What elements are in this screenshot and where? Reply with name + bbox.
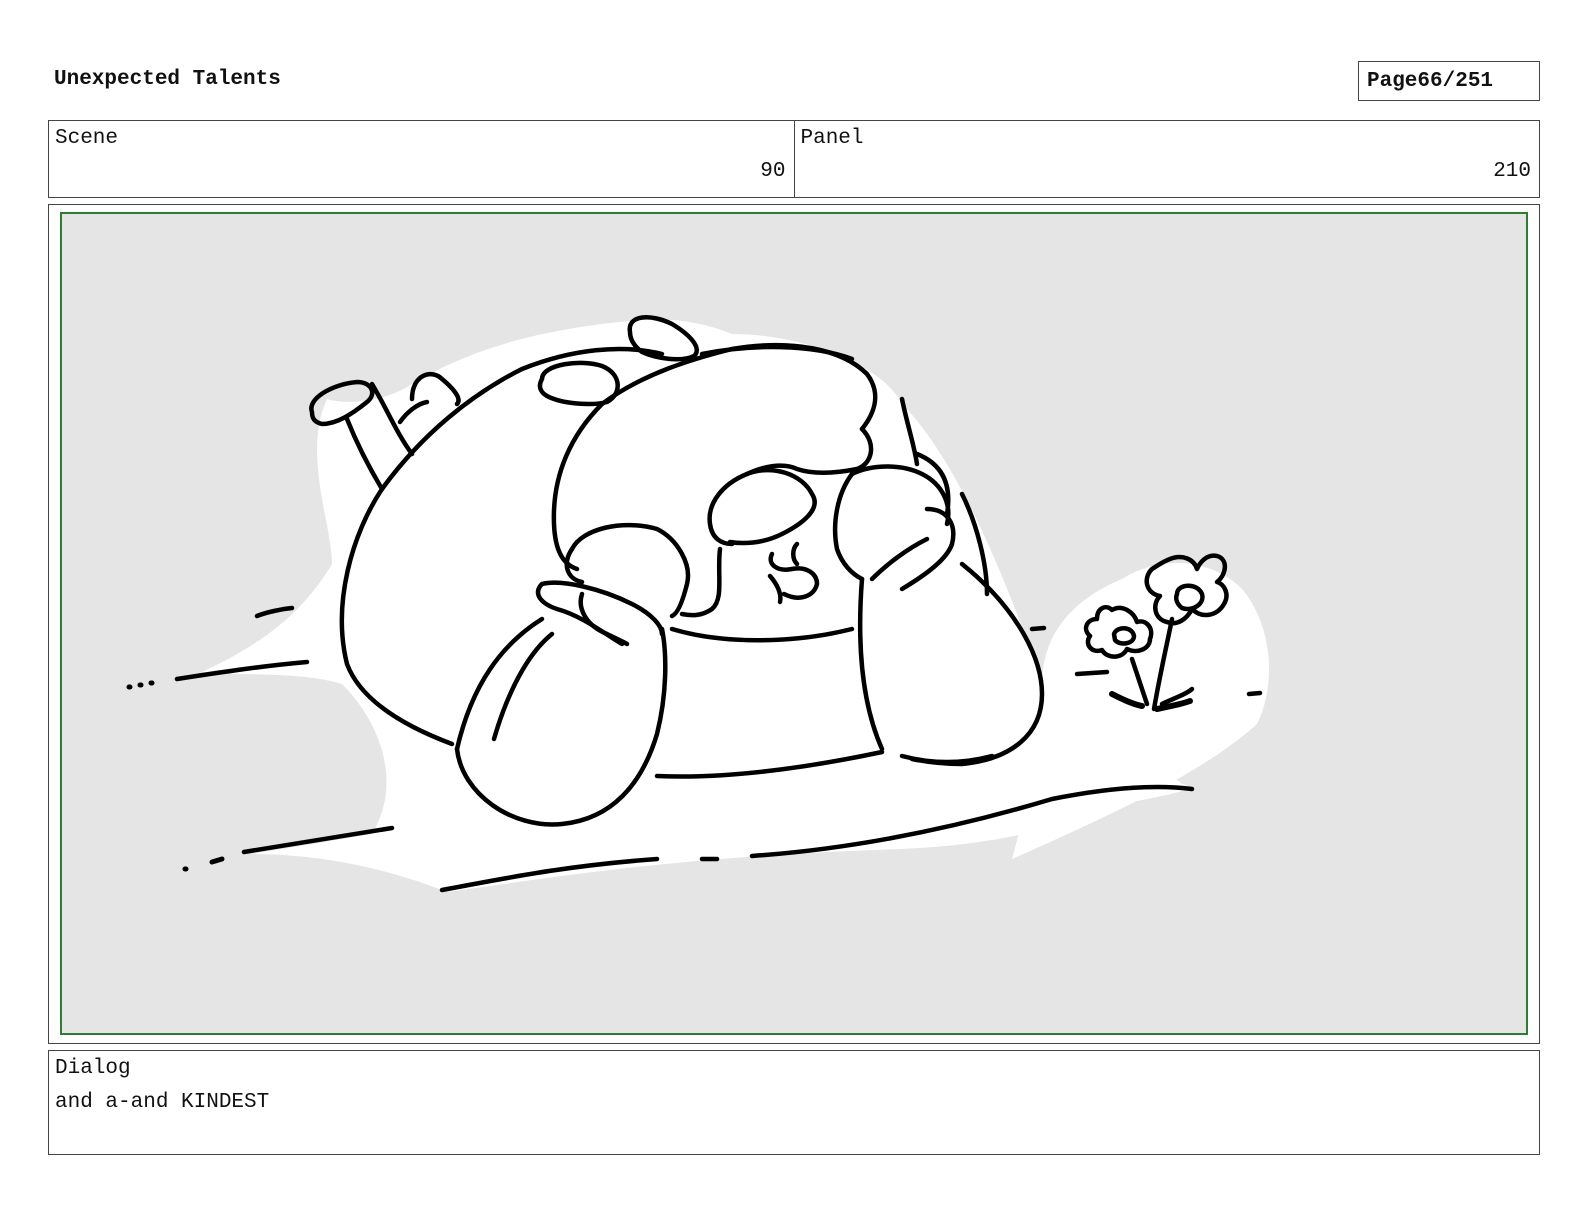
dialog-text: and a-and KINDEST [55, 1091, 270, 1114]
storyboard-frame [48, 204, 1540, 1044]
scene-number: 90 [760, 160, 786, 183]
panel-drawing [60, 212, 1528, 1035]
page-indicator: Page 66/251 [1358, 61, 1540, 101]
storyboard-title: Unexpected Talents [54, 68, 281, 91]
scene-label: Scene [55, 127, 119, 150]
page-label: Page [1367, 69, 1418, 93]
page-number: 66/251 [1417, 69, 1494, 93]
scene-panel-row: Scene 90 Panel 210 [48, 120, 1540, 198]
dialog-label: Dialog [55, 1057, 131, 1080]
panel-number: 210 [1493, 160, 1531, 183]
sketch-illustration [126, 315, 1269, 893]
panel-cell: Panel 210 [793, 121, 1540, 197]
dialog-box: Dialog and a-and KINDEST [48, 1050, 1540, 1155]
scene-cell: Scene 90 [49, 121, 794, 197]
panel-label: Panel [800, 127, 864, 150]
